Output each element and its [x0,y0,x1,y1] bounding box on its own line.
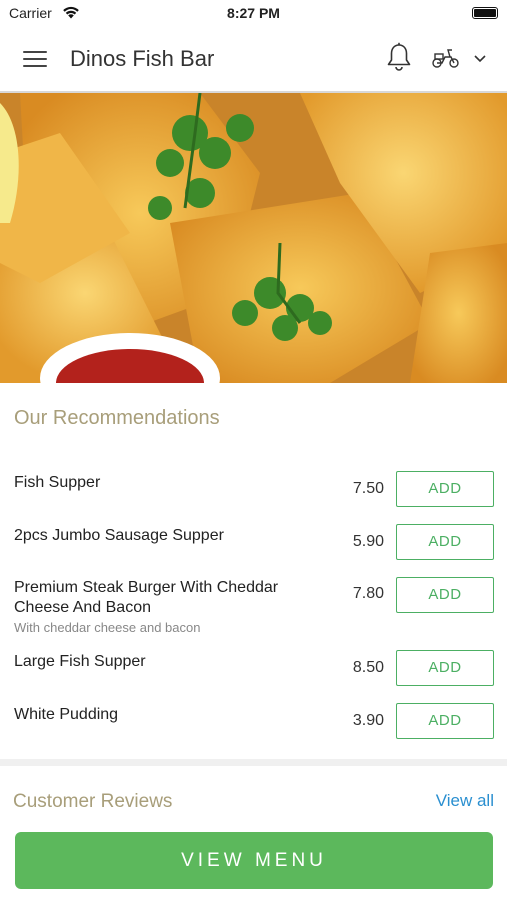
hamburger-menu-icon[interactable] [23,50,47,68]
add-to-cart-button[interactable]: ADD [396,524,494,560]
bell-icon[interactable] [386,42,412,72]
reviews-heading: Customer Reviews [13,791,173,812]
scooter-icon[interactable] [431,46,461,70]
item-name: White Pudding [14,706,119,723]
item-name: 2pcs Jumbo Sausage Supper [14,527,224,544]
view-menu-button[interactable]: VIEW MENU [15,832,493,889]
item-name: Fish Supper [14,474,101,491]
item-price: 8.50 [352,659,384,676]
section-divider [0,759,507,766]
item-name: Premium Steak Burger With Cheddar Cheese… [14,579,279,616]
hero-banner-image [0,93,507,383]
battery-icon [472,7,498,19]
view-all-reviews-link[interactable]: View all [436,791,494,811]
item-price: 5.90 [352,533,384,550]
item-price: 7.80 [352,585,384,602]
item-price: 3.90 [352,712,384,729]
add-to-cart-button[interactable]: ADD [396,650,494,686]
add-to-cart-button[interactable]: ADD [396,577,494,613]
app-header: Dinos Fish Bar [0,28,507,93]
fried-fish-photo [0,93,507,383]
item-description: With cheddar cheese and bacon [14,620,201,635]
item-price: 7.50 [352,480,384,497]
item-name: Large Fish Supper [14,653,146,670]
clock-time: 8:27 PM [227,5,280,21]
page-title: Dinos Fish Bar [70,46,215,71]
add-to-cart-button[interactable]: ADD [396,471,494,507]
status-bar: Carrier 8:27 PM [0,0,507,28]
add-to-cart-button[interactable]: ADD [396,703,494,739]
chevron-down-icon[interactable] [473,54,487,63]
recommendations-heading: Our Recommendations [14,407,220,429]
